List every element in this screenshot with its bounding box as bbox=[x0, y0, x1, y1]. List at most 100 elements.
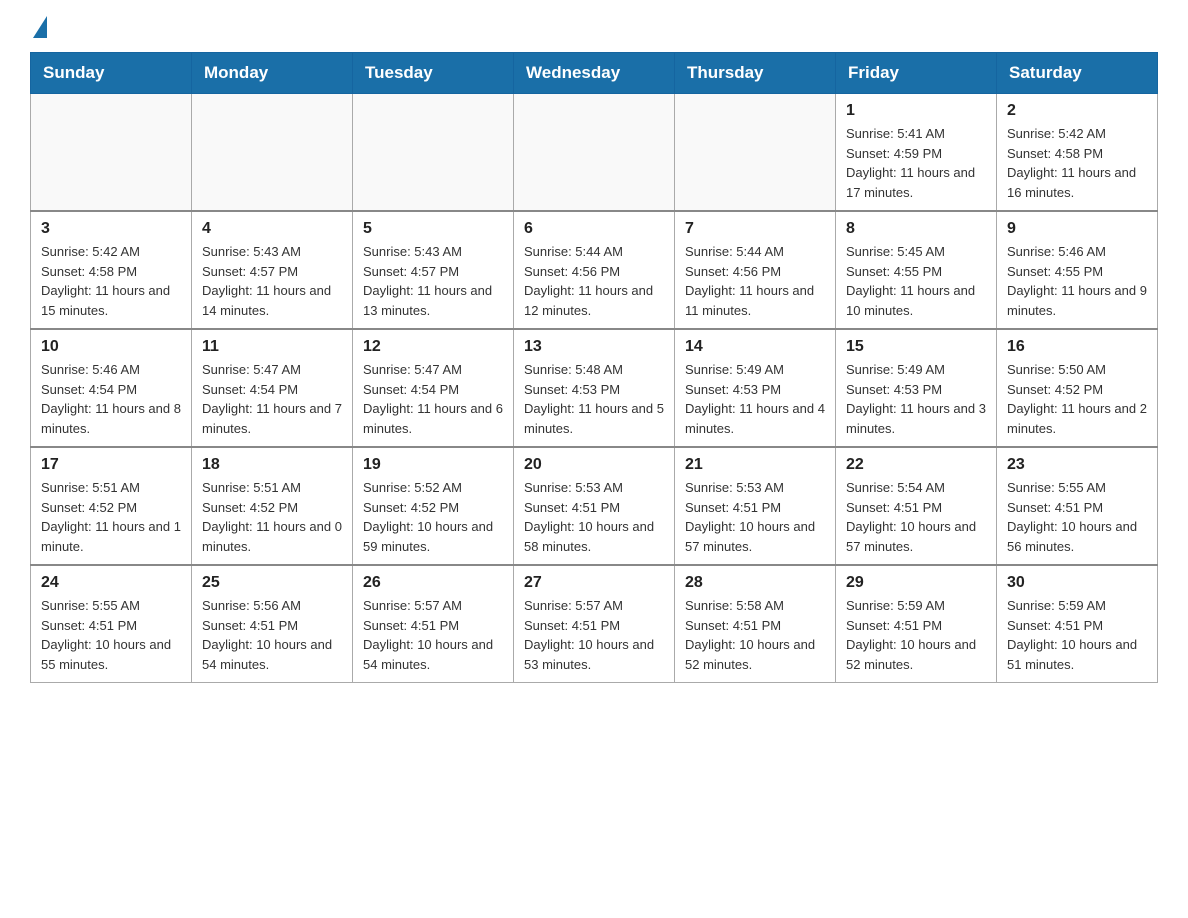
day-info: Sunrise: 5:43 AM Sunset: 4:57 PM Dayligh… bbox=[363, 242, 503, 320]
calendar-cell: 27 Sunrise: 5:57 AM Sunset: 4:51 PM Dayli… bbox=[514, 565, 675, 683]
day-number: 14 bbox=[685, 338, 825, 356]
calendar-header-row: SundayMondayTuesdayWednesdayThursdayFrid… bbox=[31, 53, 1158, 94]
day-info: Sunrise: 5:44 AM Sunset: 4:56 PM Dayligh… bbox=[524, 242, 664, 320]
calendar-cell: 6Sunrise: 5:44 AM Sunset: 4:56 PM Daylig… bbox=[514, 211, 675, 329]
day-info: Sunrise: 5:50 AM Sunset: 4:52 PM Dayligh… bbox=[1007, 360, 1147, 438]
day-info: Sunrise: 5:42 AM Sunset: 4:58 PM Dayligh… bbox=[1007, 124, 1147, 202]
calendar-cell: 4 Sunrise: 5:43 AM Sunset: 4:57 PM Daylig… bbox=[192, 211, 353, 329]
day-info: Sunrise: 5:43 AM Sunset: 4:57 PM Dayligh… bbox=[202, 242, 342, 320]
day-number: 5 bbox=[363, 220, 503, 238]
calendar-cell: 22 Sunrise: 5:54 AM Sunset: 4:51 PM Dayli… bbox=[836, 447, 997, 565]
calendar-cell: 3 Sunrise: 5:42 AM Sunset: 4:58 PM Daylig… bbox=[31, 211, 192, 329]
day-info: Sunrise: 5:53 AM Sunset: 4:51 PM Dayligh… bbox=[524, 478, 664, 556]
calendar-cell: 17Sunrise: 5:51 AM Sunset: 4:52 PM Dayli… bbox=[31, 447, 192, 565]
logo bbox=[30, 20, 47, 32]
day-number: 29 bbox=[846, 574, 986, 592]
day-number: 2 bbox=[1007, 102, 1147, 120]
day-of-week-header: Wednesday bbox=[514, 53, 675, 94]
calendar-cell: 8Sunrise: 5:45 AM Sunset: 4:55 PM Daylig… bbox=[836, 211, 997, 329]
day-number: 24 bbox=[41, 574, 181, 592]
day-of-week-header: Saturday bbox=[997, 53, 1158, 94]
day-number: 19 bbox=[363, 456, 503, 474]
calendar-cell: 11 Sunrise: 5:47 AM Sunset: 4:54 PM Dayli… bbox=[192, 329, 353, 447]
day-number: 20 bbox=[524, 456, 664, 474]
day-number: 26 bbox=[363, 574, 503, 592]
day-number: 15 bbox=[846, 338, 986, 356]
day-number: 1 bbox=[846, 102, 986, 120]
day-info: Sunrise: 5:47 AM Sunset: 4:54 PM Dayligh… bbox=[363, 360, 503, 438]
calendar-cell: 13 Sunrise: 5:48 AM Sunset: 4:53 PM Dayli… bbox=[514, 329, 675, 447]
calendar-cell: 16 Sunrise: 5:50 AM Sunset: 4:52 PM Dayli… bbox=[997, 329, 1158, 447]
day-info: Sunrise: 5:44 AM Sunset: 4:56 PM Dayligh… bbox=[685, 242, 825, 320]
header bbox=[30, 20, 1158, 32]
calendar-week-row: 24 Sunrise: 5:55 AM Sunset: 4:51 PM Dayli… bbox=[31, 565, 1158, 683]
calendar-cell: 14 Sunrise: 5:49 AM Sunset: 4:53 PM Dayli… bbox=[675, 329, 836, 447]
day-info: Sunrise: 5:58 AM Sunset: 4:51 PM Dayligh… bbox=[685, 596, 825, 674]
calendar-cell: 1 Sunrise: 5:41 AM Sunset: 4:59 PM Daylig… bbox=[836, 94, 997, 212]
calendar-cell bbox=[31, 94, 192, 212]
day-info: Sunrise: 5:59 AM Sunset: 4:51 PM Dayligh… bbox=[1007, 596, 1147, 674]
calendar-cell: 30 Sunrise: 5:59 AM Sunset: 4:51 PM Dayli… bbox=[997, 565, 1158, 683]
day-of-week-header: Tuesday bbox=[353, 53, 514, 94]
calendar-cell: 19 Sunrise: 5:52 AM Sunset: 4:52 PM Dayli… bbox=[353, 447, 514, 565]
day-number: 7 bbox=[685, 220, 825, 238]
day-number: 27 bbox=[524, 574, 664, 592]
day-number: 13 bbox=[524, 338, 664, 356]
day-info: Sunrise: 5:59 AM Sunset: 4:51 PM Dayligh… bbox=[846, 596, 986, 674]
logo-general-text bbox=[30, 20, 47, 38]
day-info: Sunrise: 5:54 AM Sunset: 4:51 PM Dayligh… bbox=[846, 478, 986, 556]
day-info: Sunrise: 5:46 AM Sunset: 4:54 PM Dayligh… bbox=[41, 360, 181, 438]
day-info: Sunrise: 5:57 AM Sunset: 4:51 PM Dayligh… bbox=[363, 596, 503, 674]
calendar-cell: 29 Sunrise: 5:59 AM Sunset: 4:51 PM Dayli… bbox=[836, 565, 997, 683]
day-of-week-header: Friday bbox=[836, 53, 997, 94]
day-info: Sunrise: 5:49 AM Sunset: 4:53 PM Dayligh… bbox=[846, 360, 986, 438]
day-number: 25 bbox=[202, 574, 342, 592]
calendar-cell bbox=[514, 94, 675, 212]
calendar-cell bbox=[192, 94, 353, 212]
day-info: Sunrise: 5:52 AM Sunset: 4:52 PM Dayligh… bbox=[363, 478, 503, 556]
calendar-cell bbox=[675, 94, 836, 212]
calendar-cell: 2 Sunrise: 5:42 AM Sunset: 4:58 PM Daylig… bbox=[997, 94, 1158, 212]
day-info: Sunrise: 5:57 AM Sunset: 4:51 PM Dayligh… bbox=[524, 596, 664, 674]
day-info: Sunrise: 5:51 AM Sunset: 4:52 PM Dayligh… bbox=[41, 478, 181, 556]
day-info: Sunrise: 5:55 AM Sunset: 4:51 PM Dayligh… bbox=[1007, 478, 1147, 556]
calendar-cell: 12 Sunrise: 5:47 AM Sunset: 4:54 PM Dayli… bbox=[353, 329, 514, 447]
day-of-week-header: Monday bbox=[192, 53, 353, 94]
day-info: Sunrise: 5:46 AM Sunset: 4:55 PM Dayligh… bbox=[1007, 242, 1147, 320]
calendar-table: SundayMondayTuesdayWednesdayThursdayFrid… bbox=[30, 52, 1158, 683]
day-number: 4 bbox=[202, 220, 342, 238]
calendar-cell: 15 Sunrise: 5:49 AM Sunset: 4:53 PM Dayli… bbox=[836, 329, 997, 447]
day-info: Sunrise: 5:49 AM Sunset: 4:53 PM Dayligh… bbox=[685, 360, 825, 438]
day-number: 22 bbox=[846, 456, 986, 474]
day-number: 11 bbox=[202, 338, 342, 356]
calendar-week-row: 17Sunrise: 5:51 AM Sunset: 4:52 PM Dayli… bbox=[31, 447, 1158, 565]
calendar-cell: 18Sunrise: 5:51 AM Sunset: 4:52 PM Dayli… bbox=[192, 447, 353, 565]
day-of-week-header: Thursday bbox=[675, 53, 836, 94]
calendar-cell: 20 Sunrise: 5:53 AM Sunset: 4:51 PM Dayli… bbox=[514, 447, 675, 565]
calendar-cell bbox=[353, 94, 514, 212]
day-of-week-header: Sunday bbox=[31, 53, 192, 94]
calendar-cell: 21Sunrise: 5:53 AM Sunset: 4:51 PM Dayli… bbox=[675, 447, 836, 565]
calendar-cell: 25 Sunrise: 5:56 AM Sunset: 4:51 PM Dayli… bbox=[192, 565, 353, 683]
day-number: 16 bbox=[1007, 338, 1147, 356]
day-number: 21 bbox=[685, 456, 825, 474]
day-info: Sunrise: 5:45 AM Sunset: 4:55 PM Dayligh… bbox=[846, 242, 986, 320]
day-info: Sunrise: 5:48 AM Sunset: 4:53 PM Dayligh… bbox=[524, 360, 664, 438]
day-info: Sunrise: 5:56 AM Sunset: 4:51 PM Dayligh… bbox=[202, 596, 342, 674]
day-info: Sunrise: 5:47 AM Sunset: 4:54 PM Dayligh… bbox=[202, 360, 342, 438]
day-number: 3 bbox=[41, 220, 181, 238]
day-number: 12 bbox=[363, 338, 503, 356]
calendar-cell: 5 Sunrise: 5:43 AM Sunset: 4:57 PM Daylig… bbox=[353, 211, 514, 329]
day-info: Sunrise: 5:55 AM Sunset: 4:51 PM Dayligh… bbox=[41, 596, 181, 674]
day-info: Sunrise: 5:51 AM Sunset: 4:52 PM Dayligh… bbox=[202, 478, 342, 556]
day-number: 23 bbox=[1007, 456, 1147, 474]
calendar-cell: 10 Sunrise: 5:46 AM Sunset: 4:54 PM Dayli… bbox=[31, 329, 192, 447]
day-number: 9 bbox=[1007, 220, 1147, 238]
day-info: Sunrise: 5:41 AM Sunset: 4:59 PM Dayligh… bbox=[846, 124, 986, 202]
calendar-week-row: 10 Sunrise: 5:46 AM Sunset: 4:54 PM Dayli… bbox=[31, 329, 1158, 447]
day-info: Sunrise: 5:42 AM Sunset: 4:58 PM Dayligh… bbox=[41, 242, 181, 320]
calendar-cell: 23 Sunrise: 5:55 AM Sunset: 4:51 PM Dayli… bbox=[997, 447, 1158, 565]
day-number: 28 bbox=[685, 574, 825, 592]
day-number: 30 bbox=[1007, 574, 1147, 592]
day-number: 10 bbox=[41, 338, 181, 356]
